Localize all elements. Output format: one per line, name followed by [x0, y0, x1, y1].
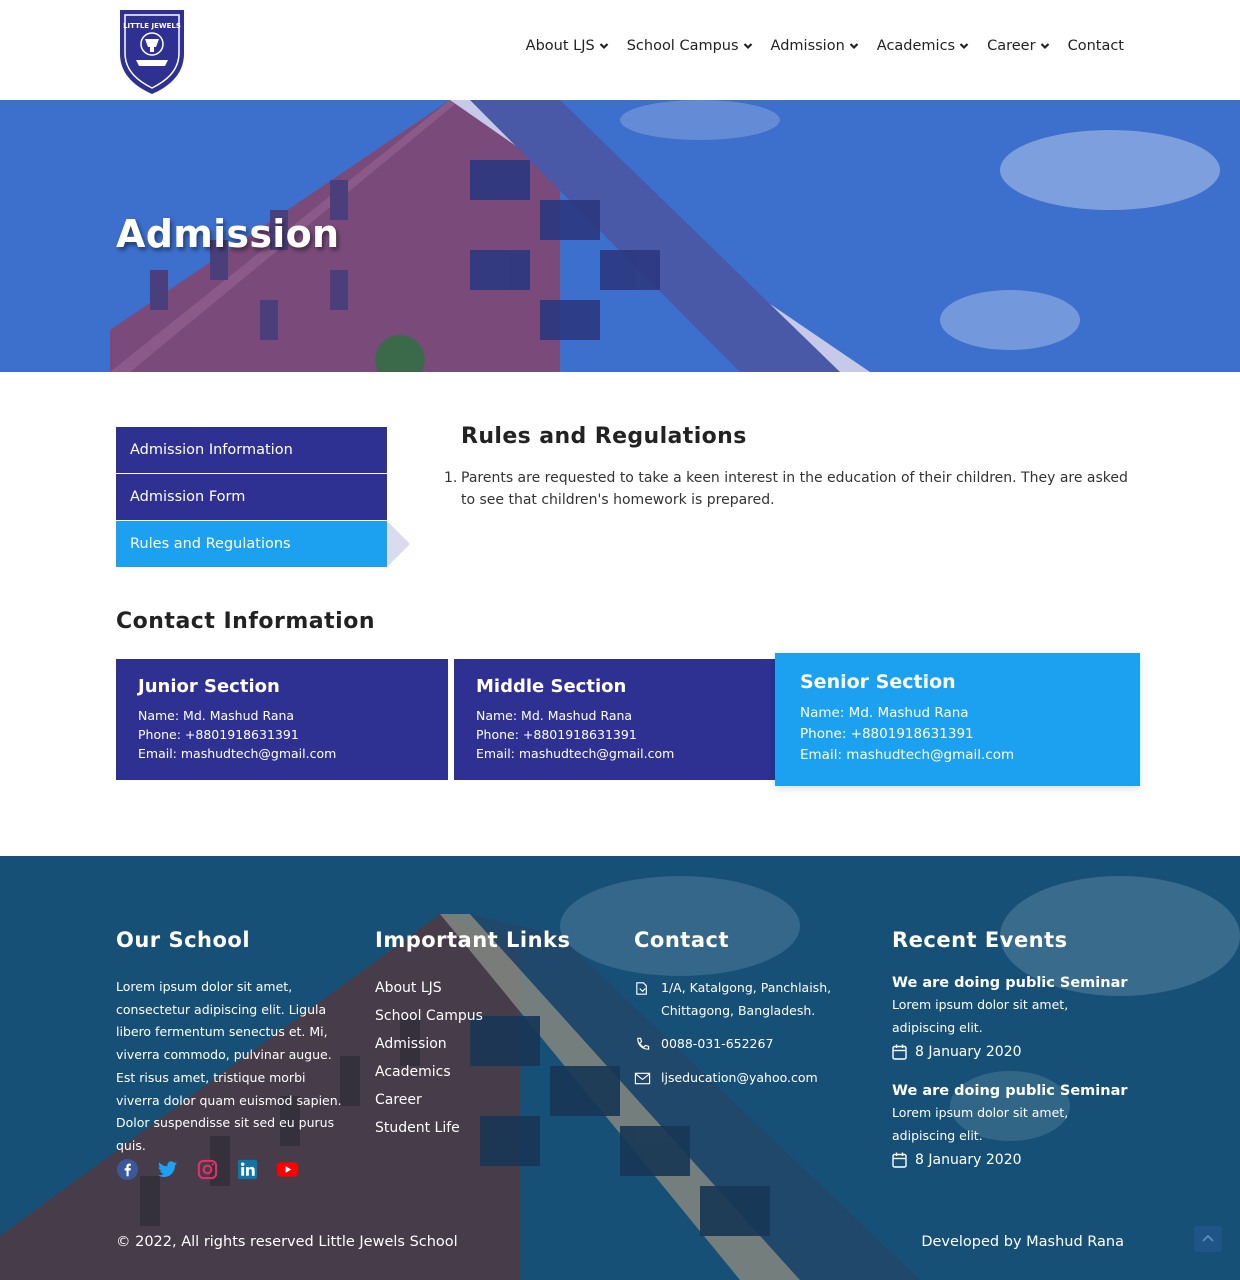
footer-link-about[interactable]: About LJS [375, 974, 483, 1002]
sidebar-item-rules-and-regulations[interactable]: Rules and Regulations [116, 521, 410, 567]
footer-address-text: 1/A, Katalgong, Panchlaish, Chittagong, … [661, 980, 832, 1018]
nav-label: About LJS [525, 38, 595, 54]
page-title: Admission [116, 212, 340, 256]
footer-heading-important-links: Important Links [375, 928, 571, 952]
chevron-down-icon [959, 43, 969, 50]
footer-heading-contact: Contact [634, 928, 729, 952]
event-date-text: 8 January 2020 [915, 1044, 1022, 1060]
footer-heading-recent-events: Recent Events [892, 928, 1068, 952]
event-date: 8 January 2020 [892, 1044, 1132, 1060]
nav-item-contact[interactable]: Contact [1068, 38, 1124, 54]
site-footer: Our School Lorem ipsum dolor sit amet, c… [0, 856, 1240, 1280]
footer-link-academics[interactable]: Academics [375, 1058, 483, 1086]
event-item: We are doing public Seminar Lorem ipsum … [892, 972, 1132, 1060]
event-item: We are doing public Seminar Lorem ipsum … [892, 1080, 1132, 1168]
nav-label: Contact [1067, 38, 1124, 54]
chevron-down-icon [599, 43, 608, 50]
nav-item-about[interactable]: About LJS [526, 38, 609, 54]
chevron-down-icon [743, 43, 752, 50]
footer-heading-our-school: Our School [116, 928, 251, 952]
copyright-text: © 2022, All rights reserved Little Jewel… [116, 1234, 458, 1250]
footer-link-student-life[interactable]: Student Life [375, 1114, 483, 1142]
nav-label: Career [987, 38, 1036, 54]
card-title: Senior Section [800, 671, 956, 693]
junior-section-card: Junior Section Name: Md. Mashud Rana Pho… [116, 659, 448, 780]
youtube-icon[interactable] [276, 1158, 299, 1181]
instagram-icon[interactable] [196, 1158, 219, 1181]
social-links [116, 1158, 299, 1181]
event-text: Lorem ipsum dolor sit amet, adipiscing e… [892, 1105, 1069, 1143]
nav-item-academics[interactable]: Academics [877, 38, 969, 54]
footer-phone[interactable]: 0088-031-652267 [634, 1032, 834, 1055]
footer-links: About LJS School Campus Admission Academ… [375, 974, 483, 1142]
card-phone: Phone: +8801918631391 [476, 727, 637, 742]
nav-item-school-campus[interactable]: School Campus [627, 38, 753, 54]
chevron-up-icon [1202, 1234, 1214, 1242]
nav-label: School Campus [626, 38, 739, 54]
contact-info-heading: Contact Information [116, 609, 375, 634]
phone-icon [637, 1037, 650, 1050]
rules-list: 1. Parents are requested to take a keen … [444, 467, 1134, 511]
nav-label: Academics [876, 38, 956, 54]
main-nav: About LJS School Campus Admission Academ… [526, 38, 1124, 54]
event-text: Lorem ipsum dolor sit amet, adipiscing e… [892, 997, 1069, 1035]
nav-item-admission[interactable]: Admission [771, 38, 859, 54]
footer-email-text: ljseducation@yahoo.com [661, 1070, 818, 1085]
list-number: 1. [444, 470, 458, 486]
rule-text: Parents are requested to take a keen int… [461, 470, 1128, 508]
card-name: Name: Md. Mashud Rana [800, 705, 969, 721]
card-email: Email: mashudtech@gmail.com [800, 747, 1015, 763]
scroll-to-top-button[interactable] [1194, 1226, 1222, 1252]
list-item: 1. Parents are requested to take a keen … [444, 467, 1134, 511]
event-date: 8 January 2020 [892, 1152, 1132, 1168]
school-logo[interactable]: LITTLE JEWELS [116, 6, 188, 96]
card-name: Name: Md. Mashud Rana [476, 708, 633, 723]
footer-address: 1/A, Katalgong, Panchlaish, Chittagong, … [634, 976, 834, 1022]
twitter-icon[interactable] [156, 1158, 179, 1181]
footer-about-text: Lorem ipsum dolor sit amet, consectetur … [116, 979, 342, 1153]
footer-contact-list: 1/A, Katalgong, Panchlaish, Chittagong, … [634, 976, 834, 1089]
hero-banner: Admission [0, 100, 1240, 372]
card-email: Email: mashudtech@gmail.com [476, 746, 675, 761]
nav-label: Admission [770, 38, 845, 54]
card-phone: Phone: +8801918631391 [800, 726, 974, 742]
mail-icon [634, 1072, 651, 1085]
event-date-text: 8 January 2020 [915, 1152, 1022, 1168]
footer-link-admission[interactable]: Admission [375, 1030, 483, 1058]
footer-phone-text: 0088-031-652267 [661, 1036, 774, 1051]
recent-events: We are doing public Seminar Lorem ipsum … [892, 972, 1132, 1188]
calendar-icon [892, 1152, 907, 1168]
sidebar-item-label: Rules and Regulations [130, 536, 291, 552]
chevron-down-icon [849, 43, 859, 50]
sidebar-item-admission-form[interactable]: Admission Form [116, 474, 387, 520]
card-phone: Phone: +8801918631391 [138, 727, 299, 742]
senior-section-card: Senior Section Name: Md. Mashud Rana Pho… [775, 653, 1140, 786]
event-title[interactable]: We are doing public Seminar [892, 972, 1132, 994]
footer-link-career[interactable]: Career [375, 1086, 483, 1114]
card-title: Middle Section [476, 676, 627, 697]
middle-section-card: Middle Section Name: Md. Mashud Rana Pho… [454, 659, 776, 780]
calendar-icon [892, 1044, 907, 1060]
active-indicator-arrow [387, 521, 410, 567]
admission-sidebar: Admission Information Admission Form Rul… [116, 427, 410, 568]
developer-credit: Developed by Mashud Rana [921, 1234, 1124, 1250]
footer-email[interactable]: ljseducation@yahoo.com [634, 1066, 834, 1089]
svg-text:LITTLE JEWELS: LITTLE JEWELS [123, 22, 181, 30]
rules-heading: Rules and Regulations [461, 424, 747, 449]
event-title[interactable]: We are doing public Seminar [892, 1080, 1132, 1102]
site-header: LITTLE JEWELS About LJS School Campus Ad… [0, 0, 1240, 100]
linkedin-icon[interactable] [236, 1158, 259, 1181]
facebook-icon[interactable] [116, 1158, 139, 1181]
sidebar-item-admission-information[interactable]: Admission Information [116, 427, 387, 473]
card-name: Name: Md. Mashud Rana [138, 708, 295, 723]
map-pin-icon [636, 982, 647, 995]
footer-link-school-campus[interactable]: School Campus [375, 1002, 483, 1030]
chevron-down-icon [1040, 43, 1049, 50]
card-email: Email: mashudtech@gmail.com [138, 746, 337, 761]
card-title: Junior Section [138, 676, 280, 697]
nav-item-career[interactable]: Career [987, 38, 1049, 54]
